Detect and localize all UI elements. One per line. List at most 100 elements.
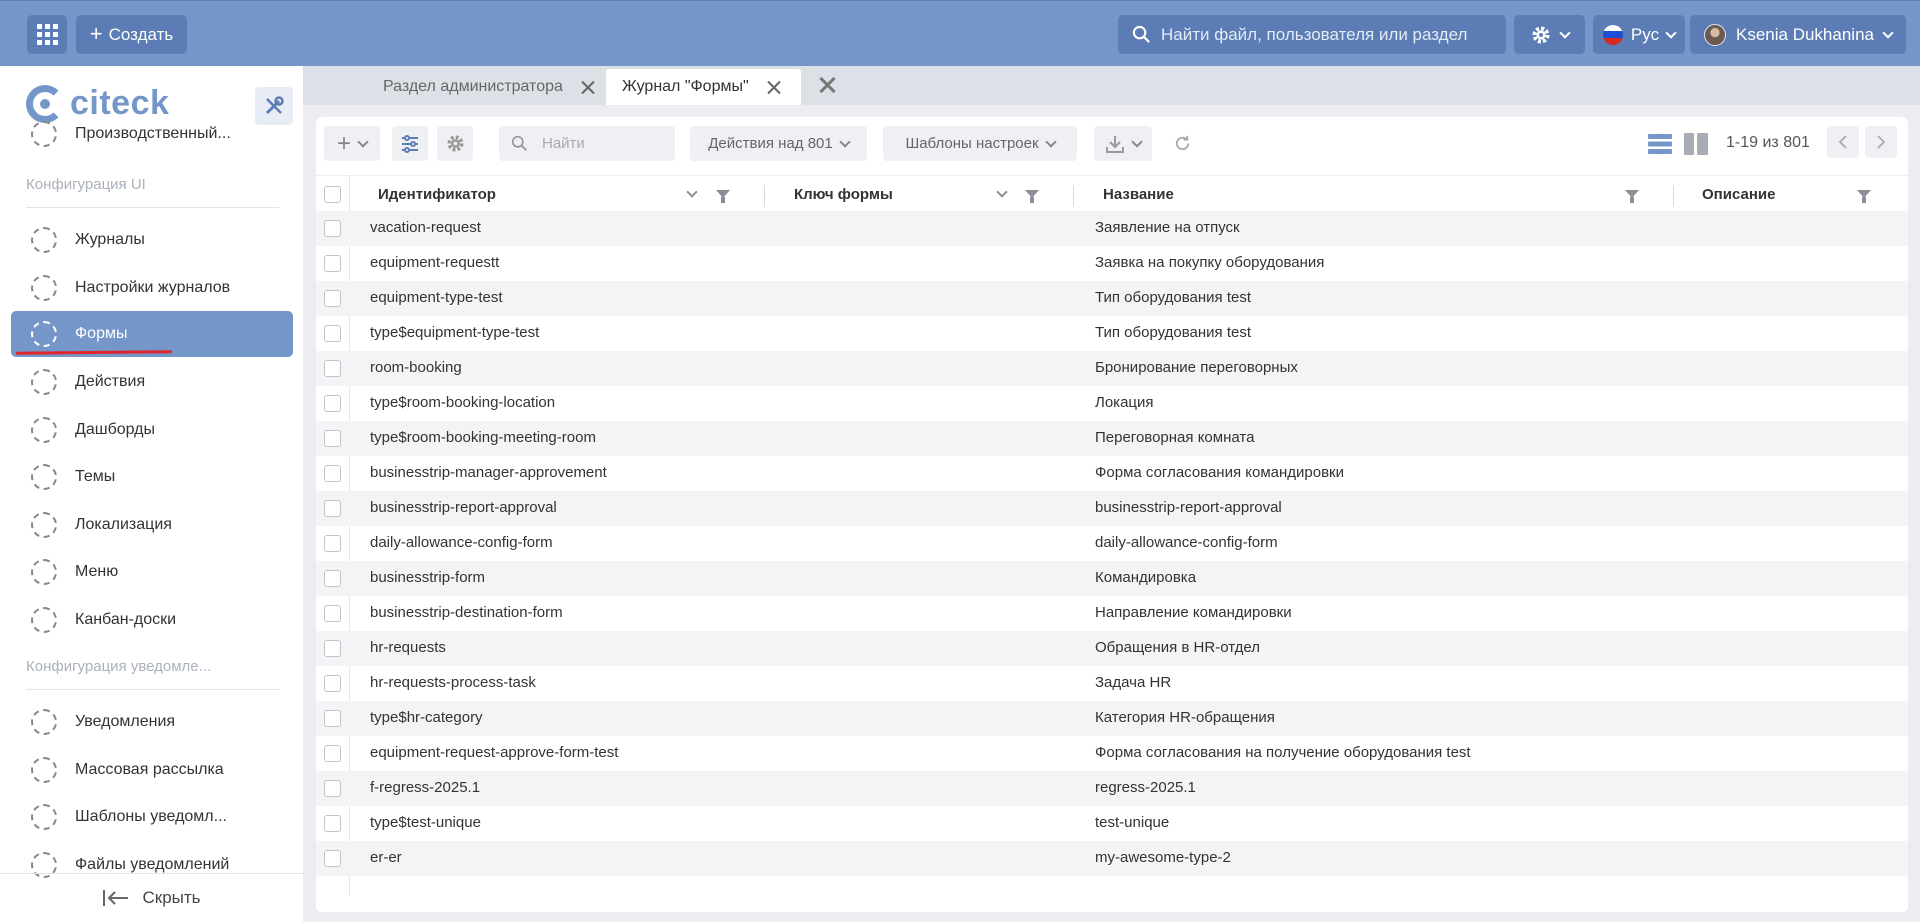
sidebar-item-dashboards[interactable]: Дашборды <box>11 407 293 453</box>
row-checkbox[interactable] <box>324 815 341 832</box>
settings-button[interactable] <box>437 126 473 161</box>
row-checkbox[interactable] <box>324 745 341 762</box>
row-checkbox[interactable] <box>324 255 341 272</box>
table-row[interactable]: type$room-booking-location Локация <box>316 386 1908 421</box>
settings-menu-button[interactable] <box>1514 15 1585 54</box>
cell-identifier: type$room-booking-meeting-room <box>370 429 596 446</box>
cell-name: Обращения в HR-отдел <box>1095 639 1260 656</box>
sidebar-item-mass-mailing[interactable]: Массовая рассылка <box>11 747 293 793</box>
close-all-tabs-icon[interactable] <box>820 78 834 92</box>
split-view-button[interactable] <box>1684 133 1708 160</box>
language-selector[interactable]: Рус <box>1593 15 1685 54</box>
table-row[interactable]: businesstrip-manager-approvement Форма со… <box>316 456 1908 491</box>
row-checkbox[interactable] <box>324 220 341 237</box>
add-record-button[interactable]: + <box>324 126 380 161</box>
row-checkbox[interactable] <box>324 500 341 517</box>
next-page-button[interactable] <box>1865 126 1897 158</box>
row-checkbox[interactable] <box>324 360 341 377</box>
tab-bar: Раздел администратора Журнал "Формы" <box>303 66 1920 105</box>
table-row[interactable]: hr-requests-process-task Задача HR <box>316 666 1908 701</box>
sidebar-item-actions[interactable]: Действия <box>11 359 293 405</box>
prev-page-button[interactable] <box>1827 126 1859 158</box>
dashed-circle-icon <box>31 709 57 735</box>
table-row[interactable]: type$equipment-type-test Тип оборудования… <box>316 316 1908 351</box>
table-row[interactable]: type$room-booking-meeting-room Переговорн… <box>316 421 1908 456</box>
refresh-button[interactable] <box>1173 134 1192 158</box>
filter-icon[interactable] <box>1025 190 1039 203</box>
table-row[interactable]: daily-allowance-config-form daily-allowan… <box>316 526 1908 561</box>
export-dropdown[interactable] <box>1094 126 1152 161</box>
sidebar-item-notification-templates[interactable]: Шаблоны уведомл... <box>11 794 293 840</box>
sidebar-item-production[interactable]: Производственный... <box>11 111 293 157</box>
row-checkbox[interactable] <box>324 675 341 692</box>
row-checkbox[interactable] <box>324 710 341 727</box>
dashed-circle-icon <box>31 512 57 538</box>
close-icon[interactable] <box>581 80 595 94</box>
row-checkbox[interactable] <box>324 325 341 342</box>
close-icon[interactable] <box>767 80 781 94</box>
table-row[interactable]: type$hr-category Категория HR-обращения <box>316 701 1908 736</box>
row-checkbox[interactable] <box>324 465 341 482</box>
global-search-input[interactable]: Найти файл, пользователя или раздел <box>1118 15 1506 54</box>
apps-menu-button[interactable] <box>27 15 67 54</box>
table-row[interactable]: businesstrip-form Командировка <box>316 561 1908 596</box>
chevron-down-icon <box>357 135 369 148</box>
column-separator[interactable] <box>1073 185 1074 207</box>
sidebar-item-journal-settings[interactable]: Настройки журналов <box>11 265 293 311</box>
dashed-circle-icon <box>31 464 57 490</box>
row-checkbox[interactable] <box>324 290 341 307</box>
filter-icon[interactable] <box>716 190 730 203</box>
plus-icon: + <box>336 129 351 157</box>
row-checkbox[interactable] <box>324 780 341 797</box>
row-checkbox[interactable] <box>324 570 341 587</box>
sidebar-item-localization[interactable]: Локализация <box>11 502 293 548</box>
tab-forms-journal[interactable]: Журнал "Формы" <box>606 69 801 105</box>
table-row[interactable]: businesstrip-report-approval businesstrip… <box>316 491 1908 526</box>
user-menu-button[interactable]: Ksenia Dukhanina <box>1690 15 1906 54</box>
journal-search-input[interactable]: Найти <box>499 126 675 161</box>
column-header-identifier[interactable]: Идентификатор <box>378 176 496 212</box>
table-row[interactable]: equipment-type-test Тип оборудования test <box>316 281 1908 316</box>
row-checkbox[interactable] <box>324 430 341 447</box>
collapse-sidebar-button[interactable]: Скрыть <box>0 873 303 922</box>
filter-icon[interactable] <box>1625 190 1639 203</box>
dashed-circle-icon <box>31 804 57 830</box>
table-row[interactable]: hr-requests Обращения в HR-отдел <box>316 631 1908 666</box>
column-header-form-key[interactable]: Ключ формы <box>794 176 893 212</box>
sidebar-item-label: Массовая рассылка <box>75 761 224 778</box>
table-row[interactable]: businesstrip-destination-form Направление… <box>316 596 1908 631</box>
row-checkbox[interactable] <box>324 535 341 552</box>
column-header-name[interactable]: Название <box>1103 176 1174 212</box>
select-all-checkbox[interactable] <box>324 186 341 203</box>
table-row[interactable]: equipment-requestt Заявка на покупку обор… <box>316 246 1908 281</box>
table-row[interactable]: room-booking Бронирование переговорных <box>316 351 1908 386</box>
table-row[interactable]: f-regress-2025.1 regress-2025.1 <box>316 771 1908 806</box>
create-button[interactable]: + Создать <box>76 15 187 54</box>
sort-chevron-icon[interactable] <box>686 186 698 198</box>
sidebar-item-themes[interactable]: Темы <box>11 454 293 500</box>
sidebar-item-notifications[interactable]: Уведомления <box>11 699 293 745</box>
bulk-actions-dropdown[interactable]: Действия над 801 <box>690 126 867 161</box>
tab-admin-section[interactable]: Раздел администратора <box>367 69 611 105</box>
row-checkbox[interactable] <box>324 605 341 622</box>
sidebar-item-journals[interactable]: Журналы <box>11 217 293 263</box>
pagination-info: 1-19 из 801 <box>1726 134 1810 151</box>
sidebar-item-kanban[interactable]: Канбан-доски <box>11 597 293 643</box>
column-separator[interactable] <box>764 185 765 207</box>
filter-icon[interactable] <box>1857 190 1871 203</box>
table-row[interactable]: equipment-request-approve-form-test Форма… <box>316 736 1908 771</box>
table-row[interactable]: vacation-request Заявление на отпуск <box>316 211 1908 246</box>
table-row[interactable]: type$test-unique test-unique <box>316 806 1908 841</box>
row-checkbox[interactable] <box>324 395 341 412</box>
settings-templates-dropdown[interactable]: Шаблоны настроек <box>883 126 1077 161</box>
dashed-circle-icon <box>31 757 57 783</box>
row-checkbox[interactable] <box>324 850 341 867</box>
column-separator[interactable] <box>1673 185 1674 207</box>
journal-settings-button[interactable] <box>392 126 428 161</box>
table-row[interactable]: er-er my-awesome-type-2 <box>316 841 1908 876</box>
sort-chevron-icon[interactable] <box>996 186 1008 198</box>
row-checkbox[interactable] <box>324 640 341 657</box>
list-view-button[interactable] <box>1648 133 1672 160</box>
column-header-description[interactable]: Описание <box>1702 176 1775 212</box>
sidebar-item-menu[interactable]: Меню <box>11 549 293 595</box>
